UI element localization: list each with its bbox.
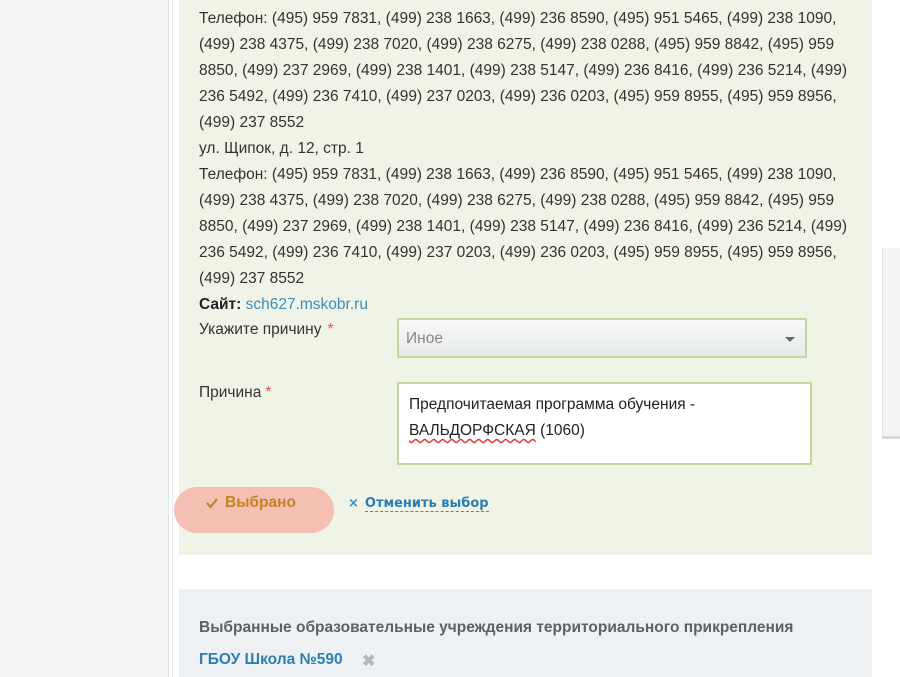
- remove-icon[interactable]: ✖: [362, 651, 375, 671]
- site-link[interactable]: sch627.mskobr.ru: [246, 296, 368, 313]
- reason-text-word: ВАЛЬДОРФСКАЯ: [409, 422, 536, 439]
- required-mark: *: [265, 384, 272, 401]
- chevron-down-icon: [785, 337, 795, 342]
- phones-text: Телефон: (495) 959 7831, (499) 238 1663,…: [199, 166, 848, 287]
- reason-text-rest: (1060): [540, 422, 585, 439]
- reason-text-line: Предпочитаемая программа обучения -: [409, 396, 696, 413]
- close-icon: ×: [348, 496, 359, 511]
- address-text: ул. Щипок, д. 12, стр. 1: [199, 140, 364, 157]
- reason-textarea[interactable]: Предпочитаемая программа обучения - ВАЛЬ…: [397, 382, 812, 465]
- check-icon: [206, 498, 218, 509]
- reason-select[interactable]: Иное: [397, 318, 807, 358]
- chosen-button[interactable]: Выбрано: [174, 487, 334, 533]
- cancel-label: Отменить выбор: [364, 496, 489, 512]
- site-line: Сайт: sch627.mskobr.ru: [199, 292, 859, 318]
- school-link[interactable]: ГБОУ Школа №590: [199, 651, 343, 669]
- reason-select-label: Укажите причину *: [199, 321, 334, 338]
- address-block: Телефон: (495) 959 7831, (499) 238 1663,…: [199, 6, 859, 318]
- reason-text-label: Причина *: [199, 384, 272, 401]
- chosen-label: Выбрано: [225, 494, 296, 511]
- scrollbar[interactable]: [882, 248, 900, 439]
- left-sidebar: [0, 0, 169, 677]
- selected-schools-title: Выбранные образовательные учреждения тер…: [199, 619, 794, 636]
- reason-select-value: Иное: [406, 330, 443, 347]
- phones-text: Телефон: (495) 959 7831, (499) 238 1663,…: [199, 10, 848, 131]
- site-label: Сайт:: [199, 296, 242, 313]
- cancel-selection-link[interactable]: × Отменить выбор: [348, 495, 489, 512]
- required-mark: *: [327, 321, 334, 338]
- divider: [172, 0, 173, 677]
